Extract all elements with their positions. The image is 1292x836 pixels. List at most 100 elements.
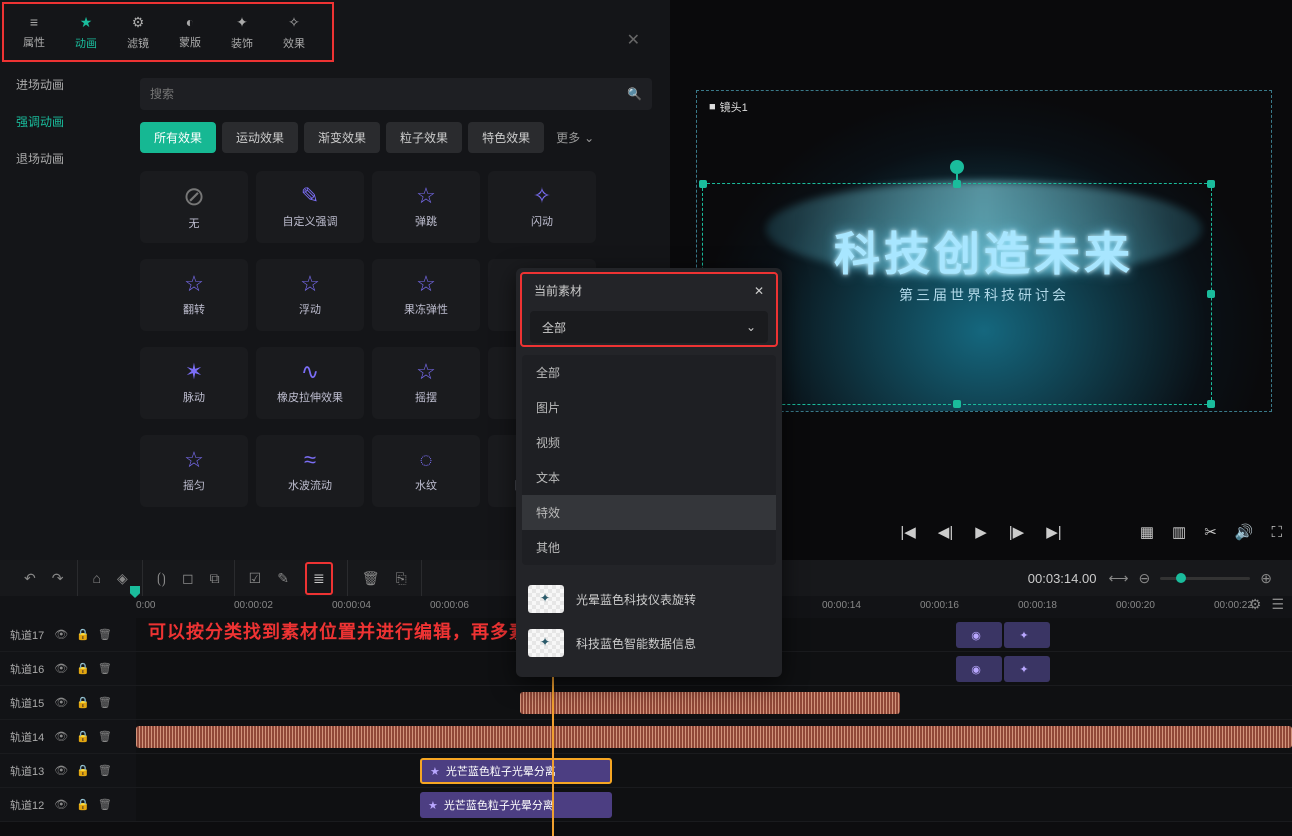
effect-item-14[interactable]: ◌水纹 <box>372 435 480 507</box>
crop-button[interactable]: ◻ <box>182 570 194 587</box>
effect-item-3[interactable]: ✧闪动 <box>488 171 596 243</box>
effect-item-10[interactable]: ☆摇摆 <box>372 347 480 419</box>
trash-icon[interactable]: 🗑 <box>98 696 112 709</box>
fit-button[interactable]: ⟷ <box>1108 570 1128 587</box>
lock-icon[interactable]: 🔒 <box>76 730 90 743</box>
popup-close-icon[interactable]: ✕ <box>754 284 764 298</box>
play-button[interactable]: ▶ <box>975 523 987 541</box>
track-body[interactable] <box>136 720 1292 753</box>
trash-icon[interactable]: 🗑 <box>98 730 112 743</box>
safe-zone-icon[interactable]: ▦ <box>1140 523 1154 541</box>
effect-item-0[interactable]: ⊘无 <box>140 171 248 243</box>
snapshot-icon[interactable]: ✂ <box>1204 523 1217 541</box>
effect-item-4[interactable]: ☆翻转 <box>140 259 248 331</box>
trash-icon[interactable]: 🗑 <box>98 628 112 641</box>
sub-tab-1[interactable]: 强调动画 <box>0 103 120 140</box>
top-tab-0[interactable]: ≡属性 <box>8 10 60 54</box>
fx-clip[interactable]: ◉ <box>956 622 1002 648</box>
volume-icon[interactable]: 🔊 <box>1235 523 1254 541</box>
effect-item-12[interactable]: ☆摇匀 <box>140 435 248 507</box>
redo-button[interactable]: ↷ <box>52 570 64 587</box>
zoom-out-button[interactable]: ⊖ <box>1139 570 1151 587</box>
audio-clip[interactable] <box>136 726 1292 748</box>
ratio-icon[interactable]: ▥ <box>1172 523 1186 541</box>
popup-option-3[interactable]: 文本 <box>522 460 776 495</box>
fx-clip[interactable]: ◉ <box>956 656 1002 682</box>
lock-icon[interactable]: 🔒 <box>76 798 90 811</box>
effect-item-8[interactable]: ✶脉动 <box>140 347 248 419</box>
top-tab-1[interactable]: ★动画 <box>60 10 112 54</box>
top-tab-2[interactable]: ⚙滤镜 <box>112 10 164 54</box>
prev-frame-button[interactable]: ◀| <box>938 523 953 541</box>
visibility-icon[interactable]: 👁 <box>54 730 68 743</box>
filter-4[interactable]: 特色效果 <box>468 122 544 153</box>
undo-button[interactable]: ↶ <box>24 570 36 587</box>
filter-3[interactable]: 粒子效果 <box>386 122 462 153</box>
visibility-icon[interactable]: 👁 <box>54 764 68 777</box>
filter-more[interactable]: 更多 ⌄ <box>550 122 600 153</box>
search-icon[interactable]: 🔍 <box>627 87 642 101</box>
lock-icon[interactable]: 🔒 <box>76 764 90 777</box>
fullscreen-icon[interactable]: ⛶ <box>1271 524 1282 541</box>
video-clip[interactable]: ★光芒蓝色粒子光晕分离 <box>420 792 612 818</box>
effect-item-2[interactable]: ☆弹跳 <box>372 171 480 243</box>
popup-category-select[interactable]: 全部 ⌄ <box>530 311 768 343</box>
copy-button[interactable]: ⎘ <box>395 570 406 587</box>
audio-clip[interactable] <box>520 692 900 714</box>
track-body[interactable] <box>136 686 1292 719</box>
visibility-icon[interactable]: 👁 <box>54 696 68 709</box>
fx-clip[interactable]: ✦ <box>1004 622 1050 648</box>
video-clip[interactable]: ★光芒蓝色粒子光晕分离 <box>420 758 612 784</box>
first-frame-button[interactable]: |◀ <box>900 523 915 541</box>
effect-item-1[interactable]: ✎自定义强调 <box>256 171 364 243</box>
preview-canvas[interactable]: ■ 镜头1 ◫ 科技创造未来 第三届世界科技研讨会 <box>696 90 1272 412</box>
trash-icon[interactable]: 🗑 <box>98 662 112 675</box>
timeline-list-icon[interactable]: ☰ <box>1271 596 1284 613</box>
visibility-icon[interactable]: 👁 <box>54 662 68 675</box>
ruler-marker[interactable] <box>130 586 140 598</box>
lock-icon[interactable]: 🔒 <box>76 696 90 709</box>
lock-icon[interactable]: 🔒 <box>76 662 90 675</box>
fx-clip[interactable]: ✦ <box>1004 656 1050 682</box>
close-panel-icon[interactable]: ✕ <box>627 30 640 50</box>
zoom-in-button[interactable]: ⊕ <box>1260 570 1272 587</box>
delete-button[interactable]: 🗑 <box>362 570 380 587</box>
keyframe-button[interactable]: ◈ <box>117 570 128 587</box>
trash-icon[interactable]: 🗑 <box>98 764 112 777</box>
lock-icon[interactable]: 🔒 <box>76 628 90 641</box>
effect-item-5[interactable]: ☆浮动 <box>256 259 364 331</box>
track-body[interactable]: ★光芒蓝色粒子光晕分离 <box>136 754 1292 787</box>
mask-button[interactable]: ☑ <box>249 570 262 587</box>
popup-option-2[interactable]: 视频 <box>522 425 776 460</box>
top-tab-3[interactable]: ◐蒙版 <box>164 10 216 54</box>
group-button[interactable]: ⧉ <box>210 570 220 587</box>
next-frame-button[interactable]: |▶ <box>1009 523 1024 541</box>
effect-item-9[interactable]: ∿橡皮拉伸效果 <box>256 347 364 419</box>
visibility-icon[interactable]: 👁 <box>54 798 68 811</box>
timeline-settings-icon[interactable]: ⚙ <box>1249 596 1262 613</box>
popup-option-4[interactable]: 特效 <box>522 495 776 530</box>
last-frame-button[interactable]: ▶| <box>1046 523 1061 541</box>
effect-item-6[interactable]: ☆果冻弹性 <box>372 259 480 331</box>
split-button[interactable]: ⟮⟯ <box>157 570 166 587</box>
layers-button[interactable]: ≣ <box>305 562 333 595</box>
effect-item-13[interactable]: ≈水波流动 <box>256 435 364 507</box>
top-tab-4[interactable]: ✦装饰 <box>216 10 268 54</box>
material-row-0[interactable]: 光晕蓝色科技仪表旋转 <box>516 577 782 621</box>
track-body[interactable]: ★光芒蓝色粒子光晕分离 <box>136 788 1292 821</box>
visibility-icon[interactable]: 👁 <box>54 628 68 641</box>
popup-option-1[interactable]: 图片 <box>522 390 776 425</box>
sub-tab-0[interactable]: 进场动画 <box>0 66 120 103</box>
top-tab-5[interactable]: ✧效果 <box>268 10 320 54</box>
rotate-handle[interactable] <box>950 160 964 174</box>
marker-button[interactable]: ⌂ <box>92 570 100 586</box>
zoom-slider[interactable] <box>1160 577 1250 580</box>
filter-1[interactable]: 运动效果 <box>222 122 298 153</box>
sub-tab-2[interactable]: 退场动画 <box>0 140 120 177</box>
filter-2[interactable]: 渐变效果 <box>304 122 380 153</box>
trash-icon[interactable]: 🗑 <box>98 798 112 811</box>
popup-option-0[interactable]: 全部 <box>522 355 776 390</box>
search-input[interactable] <box>150 87 627 101</box>
edit-button[interactable]: ✎ <box>277 570 289 587</box>
material-row-1[interactable]: 科技蓝色智能数据信息 <box>516 621 782 665</box>
